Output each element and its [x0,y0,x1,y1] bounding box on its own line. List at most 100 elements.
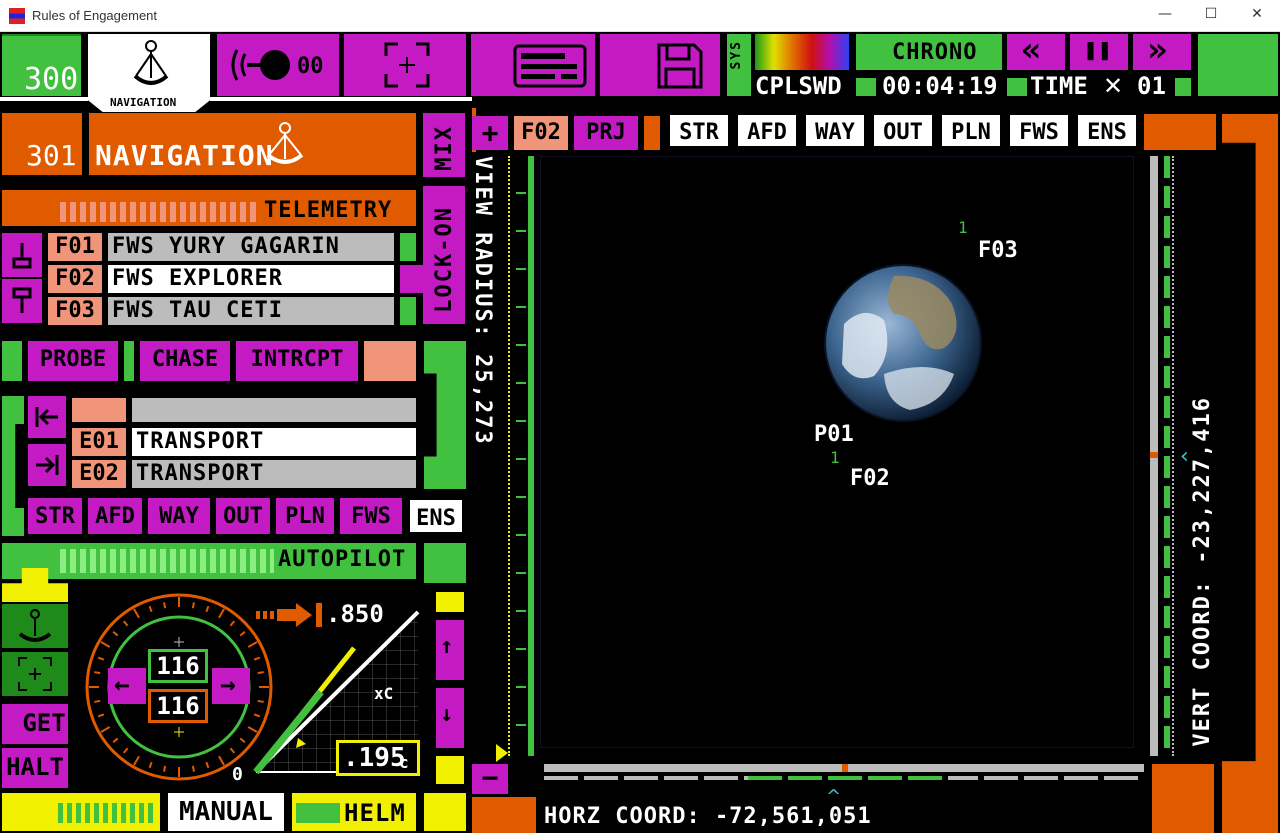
compass-tick [163,765,167,772]
filter-out[interactable]: OUT [216,498,270,534]
target-mode-button[interactable] [2,652,68,696]
viewer-filter-afd[interactable]: AFD [736,113,798,148]
viewer-filter-pln[interactable]: PLN [940,113,1002,148]
console-button[interactable] [471,34,595,96]
ship-row-f01[interactable]: FWS YURY GAGARIN [108,233,394,261]
nav-mode-button[interactable] [2,604,68,648]
bottom-cap [424,793,466,831]
top-right-green-block [1198,34,1278,96]
sys-button[interactable]: SYS [727,34,751,96]
navigation-tab[interactable]: NAVIGATION [88,34,210,112]
marker-f02[interactable]: F02 [850,466,890,491]
chrono-button[interactable]: CHRONO [856,34,1002,70]
viewer-filter-fws[interactable]: FWS [1008,113,1070,148]
time-label: TIME [1030,72,1088,100]
zoom-in-button[interactable]: + [472,116,508,150]
helm-button[interactable]: HELM [292,793,416,831]
get-button[interactable]: GET [2,704,68,744]
bottom-ruler-green [748,776,948,780]
maximize-button[interactable]: ☐ [1196,6,1226,26]
throttle-up-button[interactable]: ↑ [436,620,464,680]
ship-code-f01[interactable]: F01 [48,233,102,261]
sextant-icon [133,40,169,85]
bottom-ruler [544,764,1144,786]
arrow-down-icon: ↓ [440,702,455,727]
filter-way[interactable]: WAY [148,498,210,534]
pause-button[interactable]: ❚❚ [1070,34,1128,70]
marker-p01[interactable]: P01 [814,422,854,447]
projection-button[interactable]: PRJ [574,116,638,150]
filter-pln[interactable]: PLN [276,498,334,534]
marker-f03[interactable]: F03 [978,238,1018,263]
viewer-filter-out[interactable]: OUT [872,113,934,148]
enemy-row-e02[interactable]: TRANSPORT [132,460,416,488]
filter-afd[interactable]: AFD [88,498,142,534]
filter-str[interactable]: STR [28,498,82,534]
ship-code-f03[interactable]: F03 [48,297,102,325]
chase-button[interactable]: CHASE [140,341,230,381]
jump-end-button[interactable] [28,444,66,486]
close-button[interactable]: ✕ [1242,6,1272,26]
enemy-code-e01[interactable]: E01 [72,428,126,456]
throttle-cap-top [436,592,464,612]
throttle-down-button[interactable]: ↓ [436,688,464,748]
helm-turn-left[interactable]: ← [108,668,146,704]
ship-selected-link [400,265,424,293]
minimize-button[interactable]: — [1150,6,1180,26]
target-view-button[interactable] [344,34,466,96]
crosshair-icon [384,42,430,88]
comms-button[interactable]: 00 [217,34,339,96]
enemy-header-code [72,398,126,422]
time-end-led [1175,78,1191,96]
autopilot-bar: AUTOPILOT [2,543,416,579]
compass-tick [133,755,140,766]
autopilot-label: AUTOPILOT [278,547,407,572]
focus-ship-button[interactable]: F02 [514,116,568,150]
filter-fws[interactable]: FWS [340,498,402,534]
filter-ens[interactable]: ENS [408,498,464,534]
planet-earth[interactable] [824,264,982,422]
intercept-button[interactable]: INTRCPT [236,341,358,381]
bracket-left [2,396,24,536]
viewer-filter-str[interactable]: STR [668,113,730,148]
rewind-button[interactable]: « [1007,30,1065,70]
floppy-disk-icon [657,43,703,89]
compass-tick [218,608,225,619]
bottom-left-meter [58,803,154,823]
mix-label: MIX [432,125,457,171]
telemetry-meter [60,202,260,222]
enemy-code-e02[interactable]: E02 [72,460,126,488]
vert-pointer: ‹ [1180,444,1189,469]
ship-row-f03[interactable]: FWS TAU CETI [108,297,394,325]
station-300-button[interactable]: 300 [2,34,81,97]
enemy-row-e01[interactable]: TRANSPORT [132,428,416,456]
lock-on-button[interactable]: LOCK-ON [423,186,465,324]
viewer-filter-way[interactable]: WAY [804,113,866,148]
ship-code-f02[interactable]: F02 [48,265,102,293]
ship-scroll-up[interactable] [2,233,42,277]
ship-scroll-down[interactable] [2,279,42,323]
time-multiplier: 01 [1137,72,1166,100]
compass-tick [239,630,246,637]
ship-row-f02[interactable]: FWS EXPLORER [108,265,394,293]
fast-forward-button[interactable]: » [1133,30,1191,70]
zoom-out-button[interactable]: − [472,764,508,794]
compass-tick [148,761,153,769]
mix-button[interactable]: MIX [423,113,465,177]
compass-tick [218,755,225,766]
save-button[interactable] [600,34,720,96]
probe-button[interactable]: PROBE [28,341,118,381]
autopilot-meter [60,549,274,573]
heading-target[interactable]: 116 [148,649,208,683]
helm-turn-right[interactable]: → [212,668,250,704]
manual-button[interactable]: MANUAL [168,793,284,831]
console-icon [513,44,587,88]
jump-start-button[interactable] [28,396,66,438]
halt-button[interactable]: HALT [2,748,68,788]
left-ruler-ticks [516,156,526,756]
compass-tick [122,620,129,627]
compass-tick [191,765,195,772]
viewer-filter-ens[interactable]: ENS [1076,113,1138,148]
panel-number-text: 301 [26,139,77,172]
viewer-bottom-right-cap [1152,764,1214,833]
